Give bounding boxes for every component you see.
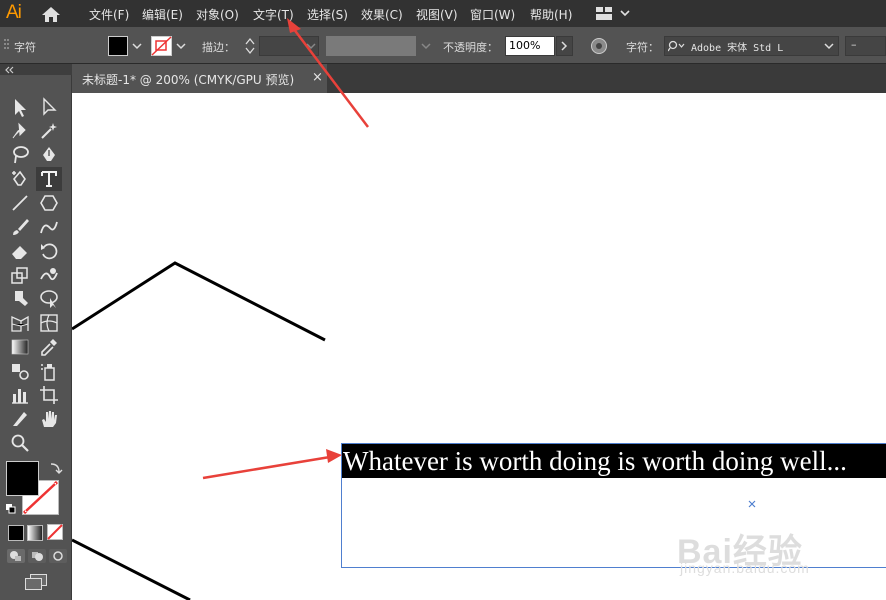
app-logo: Ai xyxy=(6,2,22,23)
menu-edit[interactable]: 编辑(E) xyxy=(142,6,183,23)
curvature-tool-icon[interactable] xyxy=(9,120,31,142)
eraser-tool-icon[interactable] xyxy=(9,240,31,262)
menu-effect[interactable]: 效果(C) xyxy=(361,6,403,23)
shape-builder-icon[interactable] xyxy=(38,288,60,310)
close-tab-button[interactable]: × xyxy=(312,70,323,85)
font-style-field[interactable]: – xyxy=(845,36,886,56)
add-anchor-point-icon[interactable] xyxy=(9,168,31,190)
menu-window[interactable]: 窗口(W) xyxy=(470,6,515,23)
chevron-right-icon xyxy=(561,41,568,51)
home-icon[interactable] xyxy=(41,5,61,23)
stepper-icon[interactable] xyxy=(244,36,256,56)
scale-tool-icon[interactable] xyxy=(9,264,31,286)
search-icon xyxy=(668,40,685,52)
character-label: 字符： xyxy=(626,41,659,54)
opacity-field[interactable]: 100% xyxy=(505,36,555,56)
panel-label: 字符 xyxy=(14,41,36,54)
watermark-url: jingyan.baidu.com xyxy=(680,560,810,576)
column-graph-icon[interactable] xyxy=(9,384,31,406)
fill-stroke-swatches[interactable] xyxy=(5,460,67,522)
font-family-field[interactable]: Adobe 宋体 Std L xyxy=(664,36,839,56)
gradient-tool-icon[interactable] xyxy=(9,336,31,358)
stroke-label: 描边： xyxy=(202,41,235,54)
mesh-tool-icon[interactable] xyxy=(38,312,60,334)
paintbrush-tool-icon[interactable] xyxy=(9,216,31,238)
shaper-tool-icon[interactable] xyxy=(38,216,60,238)
zigzag-path-top xyxy=(72,261,326,342)
slice-tool-icon[interactable] xyxy=(9,408,31,430)
opacity-dropdown[interactable] xyxy=(556,36,573,56)
menu-bar: Ai 文件(F) 编辑(E) 对象(O) 文字(T) 选择(S) 效果(C) 视… xyxy=(0,0,886,27)
magic-wand-icon[interactable] xyxy=(38,120,60,142)
rotate-tool-icon[interactable] xyxy=(38,240,60,262)
pen-tool-icon[interactable] xyxy=(38,144,60,166)
none-mode-button[interactable] xyxy=(47,524,63,540)
lasso-tool-icon[interactable] xyxy=(9,144,31,166)
blend-tool-icon[interactable] xyxy=(9,360,31,382)
free-transform-icon[interactable] xyxy=(9,288,31,310)
draw-normal-icon[interactable] xyxy=(7,549,25,563)
workspace-switcher-icon[interactable] xyxy=(596,6,630,21)
color-mode-button[interactable] xyxy=(8,525,24,541)
fill-swatch[interactable] xyxy=(108,36,128,56)
document-tab-title: 未标题-1* @ 200% (CMYK/GPU 预览) xyxy=(82,73,295,87)
chevron-down-icon xyxy=(824,43,834,50)
menu-object[interactable]: 对象(O) xyxy=(196,6,239,23)
opacity-label: 不透明度： xyxy=(443,41,498,54)
zoom-tool-icon[interactable] xyxy=(9,432,31,454)
draw-inside-icon[interactable] xyxy=(49,549,67,563)
document-tab[interactable]: 未标题-1* @ 200% (CMYK/GPU 预览) × xyxy=(72,64,327,93)
variable-width-profile[interactable] xyxy=(326,36,416,56)
selected-text[interactable]: Whatever is worth doing is worth doing w… xyxy=(343,444,847,478)
menu-type[interactable]: 文字(T) xyxy=(253,6,294,23)
type-tool-icon[interactable] xyxy=(38,168,60,190)
eyedropper-tool-icon[interactable] xyxy=(38,336,60,358)
menu-view[interactable]: 视图(V) xyxy=(416,6,458,23)
font-family-value: Adobe 宋体 Std L xyxy=(691,43,784,54)
perspective-grid-icon[interactable] xyxy=(9,312,31,334)
text-frame-center-point xyxy=(748,500,756,508)
chevron-down-icon[interactable] xyxy=(420,40,432,52)
chevron-down-icon[interactable] xyxy=(175,40,187,52)
screen-mode-icon[interactable] xyxy=(25,574,47,590)
recolor-artwork-icon[interactable] xyxy=(590,37,608,55)
menu-select[interactable]: 选择(S) xyxy=(307,6,348,23)
zigzag-path-bottom xyxy=(72,538,191,600)
hand-tool-icon[interactable] xyxy=(38,408,60,430)
artboard-tool-icon[interactable] xyxy=(38,384,60,406)
chevron-down-icon[interactable] xyxy=(131,40,143,52)
symbol-sprayer-icon[interactable] xyxy=(38,360,60,382)
collapse-icon[interactable] xyxy=(4,66,16,74)
draw-behind-icon[interactable] xyxy=(28,549,46,563)
selection-tool-icon[interactable] xyxy=(9,96,31,118)
warp-tool-icon[interactable] xyxy=(38,264,60,286)
stroke-swatch[interactable] xyxy=(151,36,172,56)
grip-icon xyxy=(4,39,9,49)
chevron-down-icon[interactable] xyxy=(305,40,317,52)
tools-panel-header xyxy=(0,64,72,75)
polygon-tool-icon[interactable] xyxy=(38,192,60,214)
line-segment-tool-icon[interactable] xyxy=(9,192,31,214)
menu-help[interactable]: 帮助(H) xyxy=(530,6,572,23)
menu-file[interactable]: 文件(F) xyxy=(89,6,129,23)
control-bar: 字符 描边： 不透明度： 100% 字符： Adobe 宋体 Std L – xyxy=(0,27,886,64)
gradient-mode-button[interactable] xyxy=(27,525,43,541)
direct-selection-tool-icon[interactable] xyxy=(38,96,60,118)
